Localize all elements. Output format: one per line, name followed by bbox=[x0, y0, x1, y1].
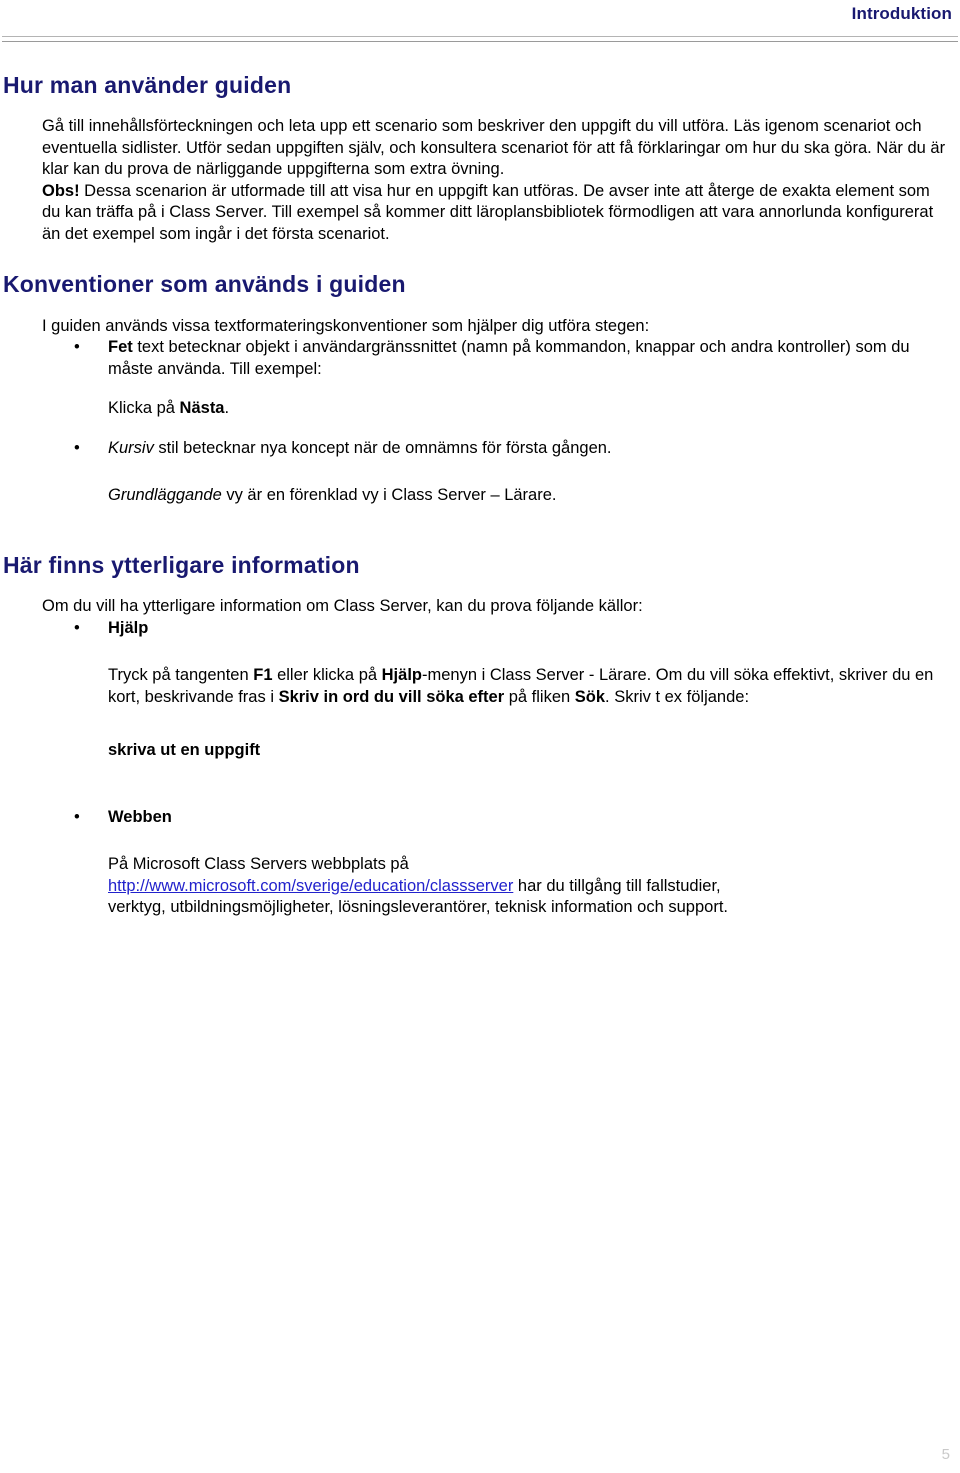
bullet-icon: • bbox=[74, 807, 80, 826]
example-grundlaggande-rest: vy är en förenklad vy i Class Server – L… bbox=[221, 486, 557, 505]
bullet-lead-kursiv: Kursiv bbox=[108, 438, 154, 457]
hjalp-menu-label: Hjälp bbox=[381, 666, 422, 685]
hjalp-text-2: eller klicka på bbox=[272, 666, 382, 685]
document-page: Introduktion Hur man använder guiden Gå … bbox=[0, 0, 960, 1473]
section-heading-hur-man-anvander-guiden: Hur man använder guiden bbox=[3, 72, 292, 98]
conventions-bullet-list-2: • Kursiv stil betecknar nya koncept när … bbox=[0, 438, 948, 460]
header-divider-rule bbox=[2, 36, 958, 42]
hjalp-text-1: Tryck på tangenten bbox=[108, 666, 254, 685]
sources-bullet-list-hjalp: • Hjälp bbox=[0, 618, 948, 640]
note-body-text: Dessa scenarion är utformade till att vi… bbox=[42, 181, 934, 243]
list-item-kursiv-stil: • Kursiv stil betecknar nya koncept när … bbox=[0, 438, 948, 460]
webben-lead-text: På Microsoft Class Servers webbplats på bbox=[108, 855, 409, 874]
list-item-fet-text: • Fet text betecknar objekt i användargr… bbox=[0, 337, 948, 380]
example-search-phrase: skriva ut en uppgift bbox=[0, 740, 948, 762]
conventions-bullet-list: • Fet text betecknar objekt i användargr… bbox=[0, 337, 948, 380]
hjalp-text-4: på fliken bbox=[504, 687, 575, 706]
sources-bullet-list-webben: • Webben bbox=[0, 807, 948, 829]
example-klicka-pa-nasta: Klicka på Nästa. bbox=[0, 398, 948, 420]
paragraph-hjalp-details: Tryck på tangenten F1 eller klicka på Hj… bbox=[0, 665, 948, 708]
webben-tail-text-2: verktyg, utbildningsmöjligheter, lösning… bbox=[108, 898, 728, 917]
running-header: Introduktion bbox=[0, 4, 952, 24]
bullet-icon: • bbox=[74, 438, 80, 457]
bullet-text-kursiv: stil betecknar nya koncept när de omnämn… bbox=[153, 438, 612, 457]
paragraph-ytterligare-intro: Om du vill ha ytterligare information om… bbox=[42, 597, 643, 616]
webben-tail-text-1: har du tillgång till fallstudier, bbox=[513, 876, 721, 895]
document-body: Hur man använder guiden Gå till innehåll… bbox=[0, 72, 948, 919]
hjalp-tab-sok-label: Sök bbox=[574, 687, 606, 706]
bullet-icon: • bbox=[74, 338, 80, 357]
section-heading-konventioner: Konventioner som används i guiden bbox=[3, 271, 406, 298]
example-klicka-prefix: Klicka på bbox=[108, 399, 180, 418]
paragraph-konventioner-intro: I guiden används vissa textformateringsk… bbox=[42, 316, 650, 335]
example-grundlaggande-vy: Grundläggande vy är en förenklad vy i Cl… bbox=[0, 485, 948, 507]
paragraph-webben-details: På Microsoft Class Servers webbplats på h… bbox=[0, 854, 948, 919]
paragraph-how-to-use-text: Gå till innehållsförteckningen och leta … bbox=[42, 117, 946, 179]
bullet-icon: • bbox=[74, 618, 80, 637]
example-search-phrase-text: skriva ut en uppgift bbox=[108, 741, 261, 760]
classserver-website-link[interactable]: http://www.microsoft.com/sverige/educati… bbox=[108, 877, 513, 895]
hjalp-key-f1: F1 bbox=[253, 666, 273, 685]
paragraph-how-to-use: Gå till innehållsförteckningen och leta … bbox=[0, 116, 948, 181]
note-label-obs: Obs! bbox=[42, 181, 80, 200]
example-nasta-bold: Nästa bbox=[179, 399, 225, 418]
section-heading-har-finns-ytterligare-information: Här finns ytterligare information bbox=[3, 551, 360, 578]
bullet-text-fet: text betecknar objekt i användargränssni… bbox=[108, 338, 910, 378]
source-label-webben: Webben bbox=[108, 807, 172, 826]
page-number: 5 bbox=[941, 1446, 950, 1463]
source-label-hjalp: Hjälp bbox=[108, 618, 149, 637]
example-klicka-suffix: . bbox=[224, 399, 230, 418]
list-item-hjalp: • Hjälp bbox=[0, 618, 948, 640]
bullet-lead-fet: Fet bbox=[108, 338, 133, 357]
example-grundlaggande-italic: Grundläggande bbox=[108, 486, 222, 505]
header-title: Introduktion bbox=[851, 4, 952, 23]
list-item-webben: • Webben bbox=[0, 807, 948, 829]
hjalp-search-field-label: Skriv in ord du vill söka efter bbox=[278, 687, 505, 706]
paragraph-note-obs: Obs! Dessa scenarion är utformade till a… bbox=[0, 181, 948, 246]
hjalp-text-5: . Skriv t ex följande: bbox=[605, 687, 750, 706]
